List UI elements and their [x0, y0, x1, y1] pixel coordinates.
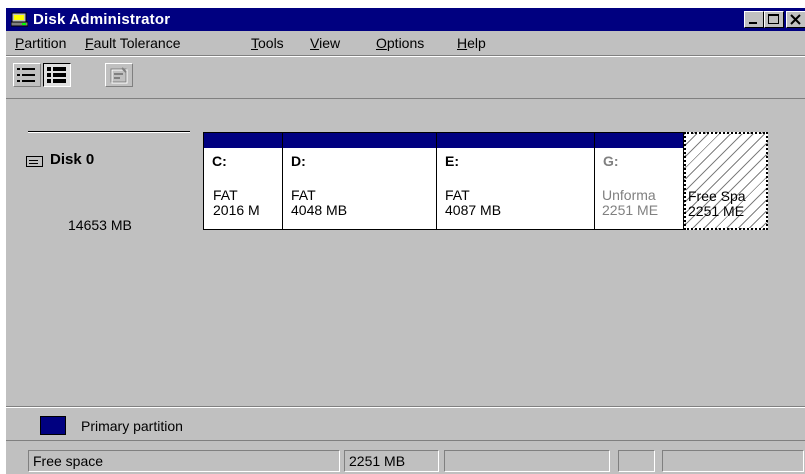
disk-configuration-view-icon	[47, 67, 66, 83]
partition-letter: G:	[603, 153, 619, 169]
primary-partition-stripe	[283, 133, 436, 148]
close-button[interactable]	[786, 11, 805, 28]
close-icon	[790, 14, 801, 25]
primary-partition-swatch	[40, 416, 66, 435]
maximize-icon	[768, 14, 779, 24]
disk-label: Disk 0	[50, 151, 95, 168]
partition-size: 2016 M	[213, 202, 260, 218]
disk-size: 14653 MB	[68, 217, 132, 233]
menu-options[interactable]: Options	[376, 35, 424, 51]
hard-disk-icon	[26, 156, 43, 167]
primary-partition-stripe	[437, 133, 594, 148]
disk-administrator-app-icon[interactable]	[11, 11, 28, 27]
partition-size: 4087 MB	[445, 202, 502, 218]
minimize-icon	[749, 22, 757, 24]
properties-icon	[110, 67, 128, 84]
legend-label: Primary partition	[81, 418, 183, 434]
status-size: 2251 MB	[344, 450, 439, 472]
menu-tools[interactable]: Tools	[251, 35, 284, 51]
menu-view[interactable]: View	[310, 35, 340, 51]
primary-partition-stripe	[595, 133, 683, 148]
volumes-view-button[interactable]	[13, 63, 41, 87]
maximize-button[interactable]	[764, 11, 784, 28]
partition-size: 4048 MB	[291, 202, 348, 218]
menu-help[interactable]: Help	[457, 35, 486, 51]
disk-divider-highlight	[28, 132, 190, 133]
free-space-label: Free Spa	[688, 188, 746, 204]
partition-c[interactable]: C: FAT 2016 M	[203, 132, 283, 230]
status-bar: Free space 2251 MB	[6, 444, 805, 474]
partition-e[interactable]: E: FAT 4087 MB	[436, 132, 595, 230]
menu-fault-tolerance[interactable]: Fault Tolerance	[85, 35, 180, 51]
partition-filesystem: FAT	[291, 187, 316, 203]
partition-g[interactable]: G: Unforma 2251 ME	[594, 132, 684, 230]
legend-bar: Primary partition	[6, 406, 805, 441]
status-panel-3	[444, 450, 610, 472]
disk-configuration-view-button[interactable]	[43, 63, 71, 87]
free-space-segment[interactable]: Free Spa 2251 ME	[684, 132, 768, 230]
partition-letter: D:	[291, 153, 306, 169]
volumes-view-icon	[17, 68, 35, 82]
status-panel-4	[618, 450, 655, 472]
free-space-size: 2251 ME	[688, 203, 745, 219]
partition-filesystem: FAT	[213, 187, 238, 203]
status-description: Free space	[28, 450, 340, 472]
menu-bar: Partition Fault Tolerance Tools View Opt…	[6, 32, 805, 54]
minimize-button[interactable]	[744, 11, 764, 28]
title-bar[interactable]: Disk Administrator	[6, 8, 805, 31]
menu-partition[interactable]: Partition	[15, 35, 66, 51]
disk-administrator-window: Disk Administrator Partition Fault Toler…	[6, 8, 805, 474]
partition-letter: E:	[445, 153, 459, 169]
disk-configuration-area[interactable]: Disk 0 14653 MB C: FAT 2016 M D: FAT 404…	[6, 98, 805, 405]
partition-letter: C:	[212, 153, 227, 169]
partition-size: 2251 ME	[602, 202, 659, 218]
toolbar	[6, 56, 805, 97]
primary-partition-stripe	[204, 133, 282, 148]
partition-filesystem: FAT	[445, 187, 470, 203]
properties-button[interactable]	[105, 63, 133, 87]
partition-filesystem: Unforma	[602, 187, 656, 203]
partition-d[interactable]: D: FAT 4048 MB	[282, 132, 437, 230]
status-panel-5	[662, 450, 804, 472]
window-title: Disk Administrator	[33, 11, 171, 28]
legend-divider	[6, 440, 805, 441]
